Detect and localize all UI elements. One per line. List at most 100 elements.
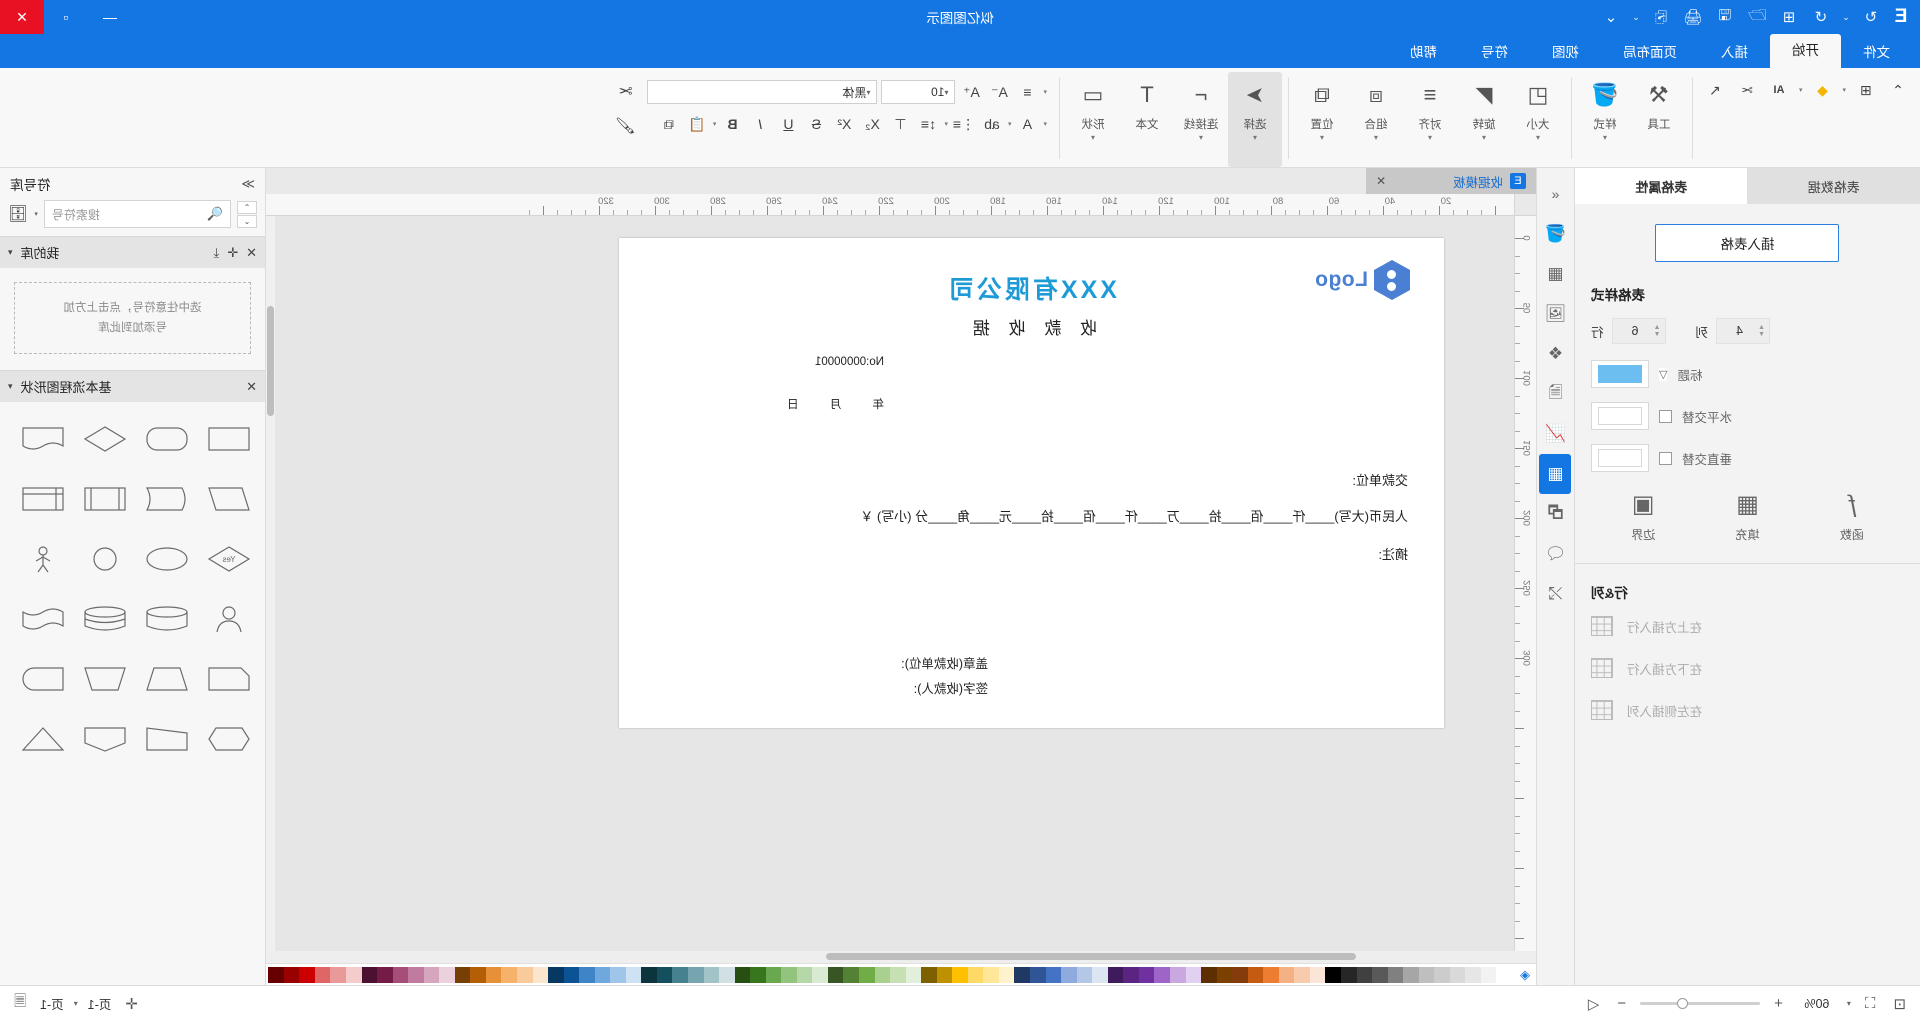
text-tool-button[interactable]: T 文本 <box>1120 72 1174 167</box>
palette-swatch[interactable] <box>859 966 875 983</box>
vertical-banding-option[interactable]: 垂直交替 <box>1591 444 1904 472</box>
yes-shape[interactable]: Yes <box>199 530 259 588</box>
group-tool-button[interactable]: ⧈ 组合 ▾ <box>1349 72 1403 167</box>
palette-swatch[interactable] <box>532 966 549 983</box>
document-amount-line[interactable]: 人民币(大写)____仟____佰____拾____万____仟____佰___… <box>860 506 1408 525</box>
export-dropdown-caret-icon[interactable]: ⌄ <box>1628 4 1644 30</box>
library-icon[interactable]: 🗄 <box>8 204 28 224</box>
vertical-banding-swatch[interactable] <box>1591 444 1649 472</box>
shrink-font-icon[interactable]: A⁻ <box>987 80 1011 104</box>
palette-swatch[interactable] <box>610 966 626 983</box>
page-icon[interactable]: 🗎 <box>1540 374 1572 414</box>
tab-home[interactable]: 开始 <box>1770 34 1841 68</box>
container-icon[interactable]: 🗗 <box>1540 494 1572 534</box>
palette-swatch[interactable] <box>283 966 300 983</box>
align-caret-icon[interactable]: ▾ <box>1428 133 1432 142</box>
document-shape[interactable] <box>13 410 73 468</box>
palette-swatch[interactable] <box>1340 966 1357 983</box>
ai-icon[interactable]: AI <box>1767 78 1791 102</box>
undo-icon[interactable]: ↺ <box>1806 4 1836 30</box>
function-tool[interactable]: ƒ 函数 <box>1817 490 1887 543</box>
palette-swatch[interactable] <box>703 966 720 983</box>
position-tool-button[interactable]: ⧉ 位置 ▾ <box>1295 72 1349 167</box>
palette-swatch[interactable] <box>812 966 828 983</box>
tab-file[interactable]: 文件 <box>1841 38 1912 68</box>
symbol-search-input[interactable]: 🔍 搜索符号 <box>43 200 231 228</box>
horizontal-banding-checkbox[interactable] <box>1659 409 1672 423</box>
palette-swatch[interactable] <box>330 966 346 983</box>
color-palette[interactable] <box>268 966 1512 983</box>
palette-swatch[interactable] <box>672 966 689 983</box>
tab-help[interactable]: 帮助 <box>1388 38 1459 68</box>
document-receipt-number[interactable]: No:00000001 <box>815 356 884 368</box>
palette-swatch[interactable] <box>1030 966 1046 983</box>
cut-icon[interactable]: ✂ <box>613 80 637 104</box>
palette-swatch[interactable] <box>579 966 595 983</box>
save-icon[interactable]: 🖫 <box>1710 4 1740 30</box>
my-library-caret-icon[interactable]: ▾ <box>8 247 13 258</box>
palette-swatch[interactable] <box>1045 966 1062 983</box>
palette-swatch[interactable] <box>688 966 704 983</box>
library-nav-arrows[interactable]: ⌃ ⌄ <box>237 200 257 228</box>
nav-down-icon[interactable]: ⌄ <box>237 214 257 228</box>
select-tool-button[interactable]: ➤ 选择 ▾ <box>1227 72 1282 167</box>
palette-swatch[interactable] <box>936 966 953 983</box>
print-icon[interactable]: 🖨 <box>1678 4 1708 30</box>
horizontal-banding-swatch[interactable] <box>1591 402 1649 430</box>
palette-swatch[interactable] <box>439 966 455 983</box>
vertical-scroll-thumb[interactable] <box>267 306 274 416</box>
palette-swatch[interactable] <box>594 966 611 983</box>
tab-symbols[interactable]: 符号 <box>1459 38 1530 68</box>
palette-swatch[interactable] <box>1185 966 1202 983</box>
fit-page-icon[interactable]: ⛶ <box>1861 995 1880 1012</box>
document-company-title[interactable]: XXX有限公司 <box>619 270 1444 306</box>
export-icon[interactable]: ⎘ <box>1646 4 1676 30</box>
highlight-caret-icon[interactable]: ▾ <box>1799 86 1803 94</box>
text-highlight-icon[interactable]: ab <box>980 112 1004 136</box>
columns-stepper[interactable]: ▲ ▼ 4 <box>1716 318 1771 344</box>
add-page-icon[interactable]: ✛ <box>121 995 142 1013</box>
palette-swatch[interactable] <box>470 966 486 983</box>
palette-swatch[interactable] <box>1418 966 1435 983</box>
palette-swatch[interactable] <box>1403 966 1419 983</box>
vertical-banding-checkbox[interactable] <box>1659 451 1672 465</box>
palette-swatch[interactable] <box>750 966 766 983</box>
palette-swatch[interactable] <box>734 966 751 983</box>
horizontal-banding-option[interactable]: 水平交替 <box>1591 402 1904 430</box>
customize-toolbar-icon[interactable]: ⌄ <box>1596 4 1626 30</box>
palette-swatch[interactable] <box>314 966 331 983</box>
vertical-ruler[interactable]: 0 50 100 150 200 250 300 <box>1514 216 1536 951</box>
scissors-icon[interactable]: ✂ <box>1735 78 1759 102</box>
tab-page-layout[interactable]: 页面布局 <box>1601 38 1699 68</box>
palette-swatch[interactable] <box>1092 966 1108 983</box>
palette-swatch[interactable] <box>890 966 906 983</box>
palette-swatch[interactable] <box>268 966 284 983</box>
connector-tool-button[interactable]: ⌐ 连接线 ▾ <box>1174 72 1228 167</box>
callout-icon[interactable]: 🗨 <box>1540 534 1572 574</box>
palette-swatch[interactable] <box>1154 966 1170 983</box>
palette-swatch[interactable] <box>998 966 1015 983</box>
palette-swatch[interactable] <box>299 966 315 983</box>
close-library-icon[interactable]: ✕ <box>246 245 257 261</box>
subscript-icon[interactable]: X₂ <box>860 112 884 136</box>
format-painter-icon[interactable]: 🖌 <box>613 114 637 138</box>
palette-swatch[interactable] <box>905 966 922 983</box>
palette-swatch[interactable] <box>377 966 393 983</box>
shape-caret-icon[interactable]: ▾ <box>1091 133 1095 142</box>
insert-column-left[interactable]: 在左侧插入列 <box>1591 700 1904 720</box>
document-page[interactable]: Logo XXX有限公司 收 款 收 据 No:00000001 年 月 日 交… <box>619 238 1444 728</box>
document-note-label[interactable]: 摘注: <box>1378 544 1408 563</box>
palette-swatch[interactable] <box>361 966 378 983</box>
close-section-icon[interactable]: ✕ <box>246 379 257 395</box>
palette-swatch[interactable] <box>641 966 657 983</box>
tape-shape[interactable] <box>13 590 73 648</box>
copy-icon[interactable]: ⧉ <box>657 112 681 136</box>
palette-swatch[interactable] <box>1247 966 1264 983</box>
palette-swatch[interactable] <box>1263 966 1279 983</box>
palette-swatch[interactable] <box>843 966 860 983</box>
nav-up-icon[interactable]: ⌃ <box>237 200 257 214</box>
cylinder-shape[interactable] <box>137 590 197 648</box>
palette-swatch[interactable] <box>563 966 580 983</box>
palette-swatch[interactable] <box>1123 966 1139 983</box>
minimize-button[interactable]: — <box>88 0 132 34</box>
